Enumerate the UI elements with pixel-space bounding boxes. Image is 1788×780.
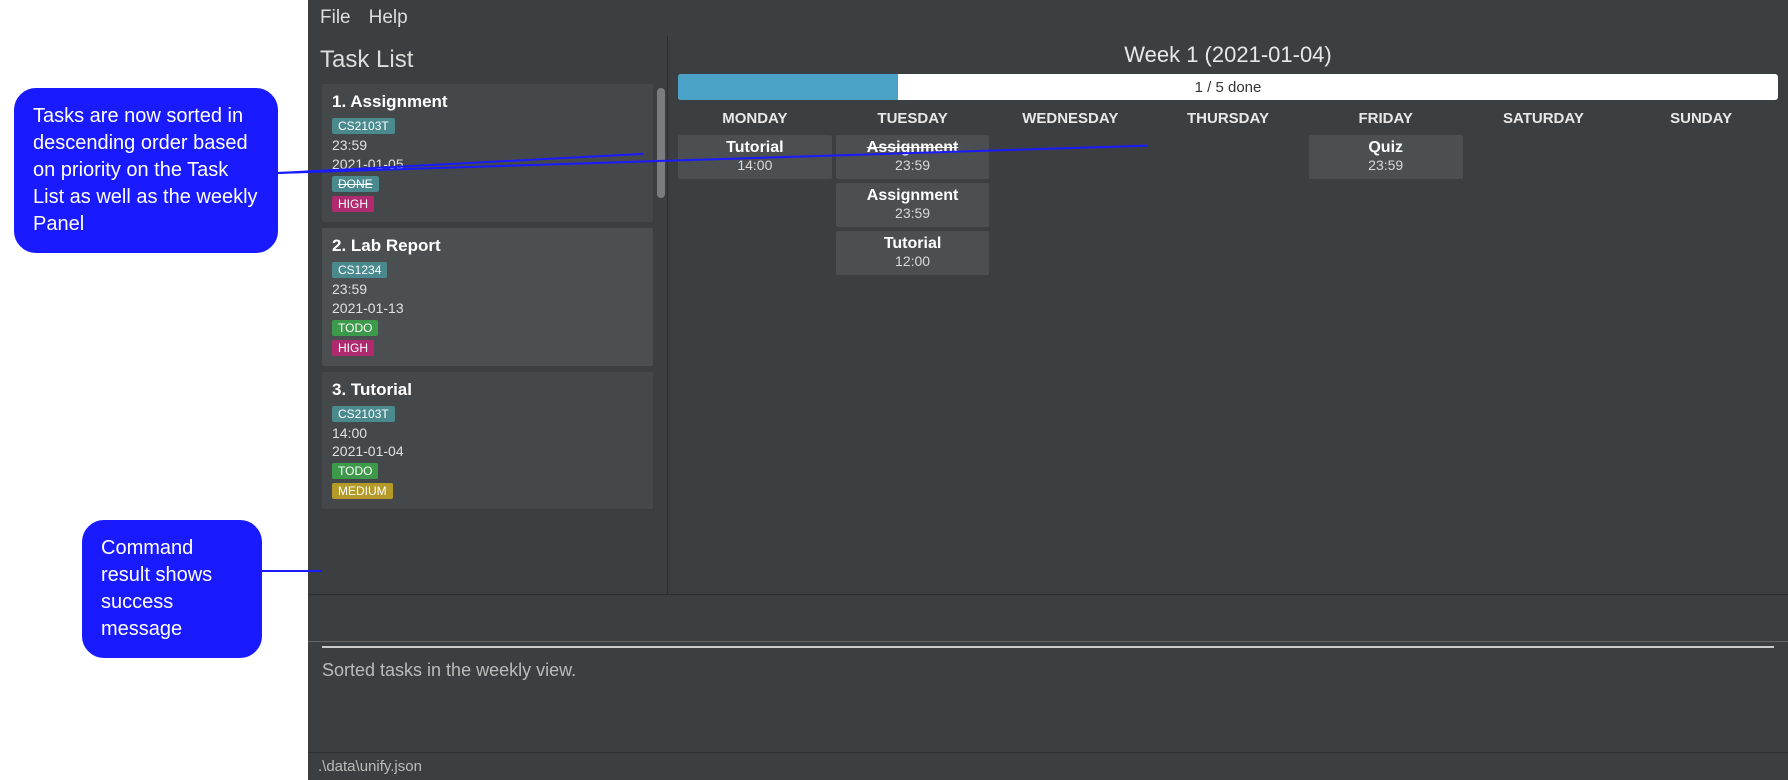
- week-panel: Week 1 (2021-01-04) 1 / 5 done MONDAY Tu…: [668, 36, 1788, 594]
- priority-badge: MEDIUM: [332, 483, 393, 499]
- menubar: File Help: [308, 0, 1788, 36]
- day-header: SUNDAY: [1624, 106, 1778, 131]
- callout-command-result: Command result shows success message: [82, 520, 262, 658]
- priority-badge: HIGH: [332, 196, 374, 212]
- callout-tasks-sorted: Tasks are now sorted in descending order…: [14, 88, 278, 253]
- week-title: Week 1 (2021-01-04): [678, 42, 1778, 68]
- day-column-thursday: THURSDAY: [1151, 106, 1305, 590]
- status-badge: TODO: [332, 463, 378, 479]
- task-card[interactable]: 2. Lab Report CS1234 23:59 2021-01-13 TO…: [322, 228, 653, 366]
- menu-file[interactable]: File: [320, 7, 351, 29]
- task-list-title: Task List: [308, 36, 667, 84]
- task-title: 3. Tutorial: [332, 380, 643, 400]
- command-input[interactable]: [308, 595, 1788, 641]
- task-title: 2. Lab Report: [332, 236, 643, 256]
- day-column-monday: MONDAY Tutorial 14:00: [678, 106, 832, 590]
- event-time: 23:59: [1311, 157, 1461, 173]
- event-title: Assignment: [838, 187, 988, 205]
- scrollbar[interactable]: [657, 88, 665, 198]
- event-card[interactable]: Tutorial 12:00: [836, 231, 990, 275]
- module-badge: CS2103T: [332, 118, 395, 134]
- day-column-saturday: SATURDAY: [1467, 106, 1621, 590]
- status-badge: TODO: [332, 320, 378, 336]
- module-badge: CS2103T: [332, 406, 395, 422]
- task-date: 2021-01-04: [332, 442, 643, 461]
- day-column-wednesday: WEDNESDAY: [993, 106, 1147, 590]
- day-header: MONDAY: [678, 106, 832, 131]
- command-input-area: [308, 594, 1788, 642]
- task-time: 23:59: [332, 280, 643, 299]
- day-column-sunday: SUNDAY: [1624, 106, 1778, 590]
- day-header: SATURDAY: [1467, 106, 1621, 131]
- event-card[interactable]: Quiz 23:59: [1309, 135, 1463, 179]
- status-bar: .\data\unify.json: [308, 752, 1788, 780]
- divider: [322, 646, 1774, 648]
- event-time: 23:59: [838, 205, 988, 221]
- day-column-tuesday: TUESDAY Assignment 23:59 Assignment 23:5…: [836, 106, 990, 590]
- task-time: 14:00: [332, 424, 643, 443]
- event-time: 23:59: [838, 157, 988, 173]
- status-path: .\data\unify.json: [318, 758, 422, 775]
- menu-help[interactable]: Help: [369, 7, 408, 29]
- task-date: 2021-01-13: [332, 299, 643, 318]
- task-card[interactable]: 1. Assignment CS2103T 23:59 2021-01-05 D…: [322, 84, 653, 222]
- day-header: THURSDAY: [1151, 106, 1305, 131]
- callout-line-bottom: [262, 570, 322, 572]
- main-content: Task List 1. Assignment CS2103T 23:59 20…: [308, 36, 1788, 594]
- status-badge: DONE: [332, 176, 379, 192]
- module-badge: CS1234: [332, 262, 387, 278]
- event-card[interactable]: Assignment 23:59: [836, 135, 990, 179]
- progress-bar: 1 / 5 done: [678, 74, 1778, 100]
- week-grid: MONDAY Tutorial 14:00 TUESDAY Assignment…: [678, 106, 1778, 590]
- priority-badge: HIGH: [332, 340, 374, 356]
- day-column-friday: FRIDAY Quiz 23:59: [1309, 106, 1463, 590]
- event-card[interactable]: Assignment 23:59: [836, 183, 990, 227]
- day-header: WEDNESDAY: [993, 106, 1147, 131]
- event-title: Tutorial: [838, 235, 988, 253]
- result-message: Sorted tasks in the weekly view.: [322, 660, 1774, 681]
- result-area: Sorted tasks in the weekly view.: [308, 642, 1788, 752]
- task-date: 2021-01-05: [332, 155, 643, 174]
- progress-label: 1 / 5 done: [678, 74, 1778, 100]
- event-time: 12:00: [838, 253, 988, 269]
- day-header: TUESDAY: [836, 106, 990, 131]
- event-title: Tutorial: [680, 139, 830, 157]
- task-title: 1. Assignment: [332, 92, 643, 112]
- event-title: Quiz: [1311, 139, 1461, 157]
- day-header: FRIDAY: [1309, 106, 1463, 131]
- sidebar: Task List 1. Assignment CS2103T 23:59 20…: [308, 36, 668, 594]
- task-time: 23:59: [332, 136, 643, 155]
- app-window: File Help Task List 1. Assignment CS2103…: [308, 0, 1788, 780]
- task-card[interactable]: 3. Tutorial CS2103T 14:00 2021-01-04 TOD…: [322, 372, 653, 510]
